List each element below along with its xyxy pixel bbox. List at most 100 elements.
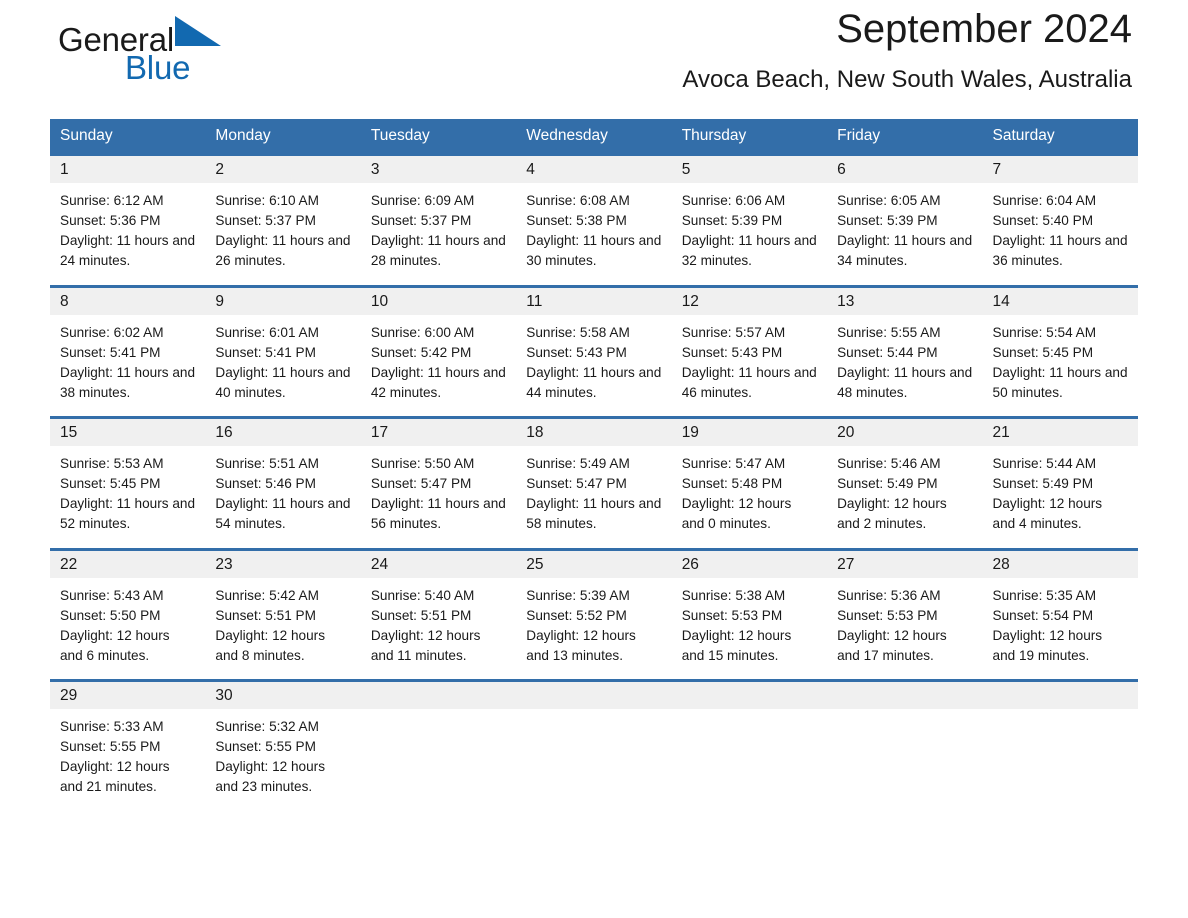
day-cell[interactable]: 20 Sunrise: 5:46 AM Sunset: 5:49 PM Dayli… (827, 416, 983, 537)
week-row: 22 Sunrise: 5:43 AM Sunset: 5:50 PM Dayli… (50, 547, 1138, 669)
day-details (516, 709, 671, 717)
day-number: 24 (360, 550, 517, 578)
day-number (827, 682, 983, 709)
day-details: Sunrise: 5:44 AM Sunset: 5:49 PM Dayligh… (992, 456, 1103, 531)
week-spacer (50, 668, 1138, 681)
title-block: September 2024 Avoca Beach, New South Wa… (682, 6, 1132, 94)
day-details: Sunrise: 5:49 AM Sunset: 5:47 PM Dayligh… (526, 456, 662, 531)
day-details: Sunrise: 6:10 AM Sunset: 5:37 PM Dayligh… (215, 193, 351, 268)
day-cell[interactable]: 1 Sunrise: 6:12 AM Sunset: 5:36 PM Daylig… (50, 153, 206, 274)
generalblue-logo[interactable]: General Blue (58, 16, 258, 96)
calendar-body: 1 Sunrise: 6:12 AM Sunset: 5:36 PM Daylig… (50, 153, 1138, 800)
day-number: 19 (671, 419, 828, 446)
day-cell[interactable]: 17 Sunrise: 5:50 AM Sunset: 5:47 PM Dayli… (360, 416, 517, 537)
day-details (827, 709, 982, 717)
day-details (361, 709, 516, 717)
day-number (671, 682, 828, 709)
day-details: Sunrise: 5:33 AM Sunset: 5:55 PM Dayligh… (60, 719, 170, 794)
page-subtitle: Avoca Beach, New South Wales, Australia (682, 66, 1132, 93)
weekday-header-sunday: Sunday (50, 119, 206, 155)
week-row: 1 Sunrise: 6:12 AM Sunset: 5:36 PM Daylig… (50, 153, 1138, 274)
day-cell[interactable]: 13 Sunrise: 5:55 AM Sunset: 5:44 PM Dayli… (827, 284, 983, 406)
day-cell[interactable]: 10 Sunrise: 6:00 AM Sunset: 5:42 PM Dayli… (360, 284, 517, 406)
day-cell[interactable]: 8 Sunrise: 6:02 AM Sunset: 5:41 PM Daylig… (50, 284, 206, 406)
day-number: 30 (205, 682, 361, 709)
day-number: 26 (671, 550, 828, 578)
day-details: Sunrise: 6:01 AM Sunset: 5:41 PM Dayligh… (215, 324, 351, 400)
day-number: 16 (205, 419, 361, 446)
day-number: 3 (360, 156, 517, 183)
day-cell[interactable]: 16 Sunrise: 5:51 AM Sunset: 5:46 PM Dayli… (205, 416, 361, 537)
logo-text-blue: Blue (125, 49, 191, 86)
day-number: 29 (50, 682, 206, 709)
day-details: Sunrise: 5:55 AM Sunset: 5:44 PM Dayligh… (837, 324, 973, 400)
day-cell[interactable]: 6 Sunrise: 6:05 AM Sunset: 5:39 PM Daylig… (827, 153, 983, 274)
day-details: Sunrise: 5:51 AM Sunset: 5:46 PM Dayligh… (215, 456, 351, 531)
day-details: Sunrise: 5:54 AM Sunset: 5:45 PM Dayligh… (992, 324, 1128, 400)
day-details: Sunrise: 5:53 AM Sunset: 5:45 PM Dayligh… (60, 456, 196, 531)
day-details: Sunrise: 6:02 AM Sunset: 5:41 PM Dayligh… (60, 324, 196, 400)
day-cell-empty (671, 679, 828, 800)
day-cell[interactable]: 9 Sunrise: 6:01 AM Sunset: 5:41 PM Daylig… (205, 284, 361, 406)
triangle-icon (175, 16, 222, 50)
day-cell[interactable]: 27 Sunrise: 5:36 AM Sunset: 5:53 PM Dayli… (827, 547, 983, 669)
day-cell[interactable]: 19 Sunrise: 5:47 AM Sunset: 5:48 PM Dayli… (671, 416, 828, 537)
day-number: 7 (982, 156, 1138, 183)
day-cell[interactable]: 12 Sunrise: 5:57 AM Sunset: 5:43 PM Dayli… (671, 284, 828, 406)
day-cell[interactable]: 7 Sunrise: 6:04 AM Sunset: 5:40 PM Daylig… (982, 153, 1138, 274)
week-row: 15 Sunrise: 5:53 AM Sunset: 5:45 PM Dayli… (50, 416, 1138, 537)
masthead: General Blue September 2024 Avoca Beach,… (50, 0, 1138, 110)
day-cell-empty (516, 679, 672, 800)
day-cell[interactable]: 15 Sunrise: 5:53 AM Sunset: 5:45 PM Dayli… (50, 416, 206, 537)
day-number: 23 (205, 550, 361, 578)
day-number: 6 (827, 156, 983, 183)
day-details: Sunrise: 5:43 AM Sunset: 5:50 PM Dayligh… (60, 587, 170, 663)
day-details: Sunrise: 6:08 AM Sunset: 5:38 PM Dayligh… (526, 193, 662, 268)
day-cell[interactable]: 11 Sunrise: 5:58 AM Sunset: 5:43 PM Dayli… (516, 284, 672, 406)
week-row: 29 Sunrise: 5:33 AM Sunset: 5:55 PM Dayli… (50, 679, 1138, 800)
day-number: 12 (671, 287, 828, 315)
day-number: 15 (50, 419, 206, 446)
weekday-header-wednesday: Wednesday (516, 119, 672, 155)
day-details: Sunrise: 6:09 AM Sunset: 5:37 PM Dayligh… (370, 193, 506, 268)
day-cell[interactable]: 25 Sunrise: 5:39 AM Sunset: 5:52 PM Dayli… (516, 547, 672, 669)
day-details: Sunrise: 5:36 AM Sunset: 5:53 PM Dayligh… (837, 587, 947, 663)
day-cell[interactable]: 29 Sunrise: 5:33 AM Sunset: 5:55 PM Dayli… (50, 679, 206, 800)
day-cell[interactable]: 14 Sunrise: 5:54 AM Sunset: 5:45 PM Dayli… (982, 284, 1138, 406)
weekday-header-saturday: Saturday (982, 119, 1138, 155)
weekday-header-monday: Monday (205, 119, 361, 155)
day-details: Sunrise: 5:35 AM Sunset: 5:54 PM Dayligh… (992, 587, 1103, 663)
day-cell[interactable]: 18 Sunrise: 5:49 AM Sunset: 5:47 PM Dayli… (516, 416, 672, 537)
day-cell[interactable]: 22 Sunrise: 5:43 AM Sunset: 5:50 PM Dayli… (50, 547, 206, 669)
week-spacer (50, 274, 1138, 286)
day-number: 17 (360, 419, 517, 446)
day-number: 25 (516, 550, 672, 578)
page-title: September 2024 (836, 7, 1132, 51)
day-details: Sunrise: 5:46 AM Sunset: 5:49 PM Dayligh… (837, 456, 947, 531)
day-number: 14 (982, 287, 1138, 315)
weekday-header-friday: Friday (827, 119, 983, 155)
day-details: Sunrise: 5:50 AM Sunset: 5:47 PM Dayligh… (370, 456, 506, 531)
day-cell[interactable]: 21 Sunrise: 5:44 AM Sunset: 5:49 PM Dayli… (982, 416, 1138, 537)
day-details: Sunrise: 5:38 AM Sunset: 5:53 PM Dayligh… (681, 587, 792, 663)
day-number: 2 (205, 156, 361, 183)
week-row: 8 Sunrise: 6:02 AM Sunset: 5:41 PM Daylig… (50, 284, 1138, 406)
day-cell[interactable]: 24 Sunrise: 5:40 AM Sunset: 5:51 PM Dayli… (360, 547, 517, 669)
day-details: Sunrise: 6:04 AM Sunset: 5:40 PM Dayligh… (992, 193, 1128, 268)
day-cell[interactable]: 30 Sunrise: 5:32 AM Sunset: 5:55 PM Dayli… (205, 679, 361, 800)
day-cell[interactable]: 28 Sunrise: 5:35 AM Sunset: 5:54 PM Dayli… (982, 547, 1138, 669)
day-cell[interactable]: 2 Sunrise: 6:10 AM Sunset: 5:37 PM Daylig… (205, 153, 361, 274)
day-cell[interactable]: 26 Sunrise: 5:38 AM Sunset: 5:53 PM Dayli… (671, 547, 828, 669)
day-cell-empty (982, 679, 1138, 800)
day-details: Sunrise: 5:47 AM Sunset: 5:48 PM Dayligh… (681, 456, 792, 531)
day-cell[interactable]: 23 Sunrise: 5:42 AM Sunset: 5:51 PM Dayli… (205, 547, 361, 669)
week-spacer (50, 405, 1138, 418)
day-cell[interactable]: 3 Sunrise: 6:09 AM Sunset: 5:37 PM Daylig… (360, 153, 517, 274)
day-cell[interactable]: 5 Sunrise: 6:06 AM Sunset: 5:39 PM Daylig… (671, 153, 828, 274)
day-details: Sunrise: 6:05 AM Sunset: 5:39 PM Dayligh… (837, 193, 973, 268)
calendar-page: General Blue September 2024 Avoca Beach,… (0, 0, 1188, 918)
day-number: 9 (205, 287, 361, 315)
day-number (516, 682, 672, 709)
day-cell[interactable]: 4 Sunrise: 6:08 AM Sunset: 5:38 PM Daylig… (516, 153, 672, 274)
day-number: 13 (827, 287, 983, 315)
